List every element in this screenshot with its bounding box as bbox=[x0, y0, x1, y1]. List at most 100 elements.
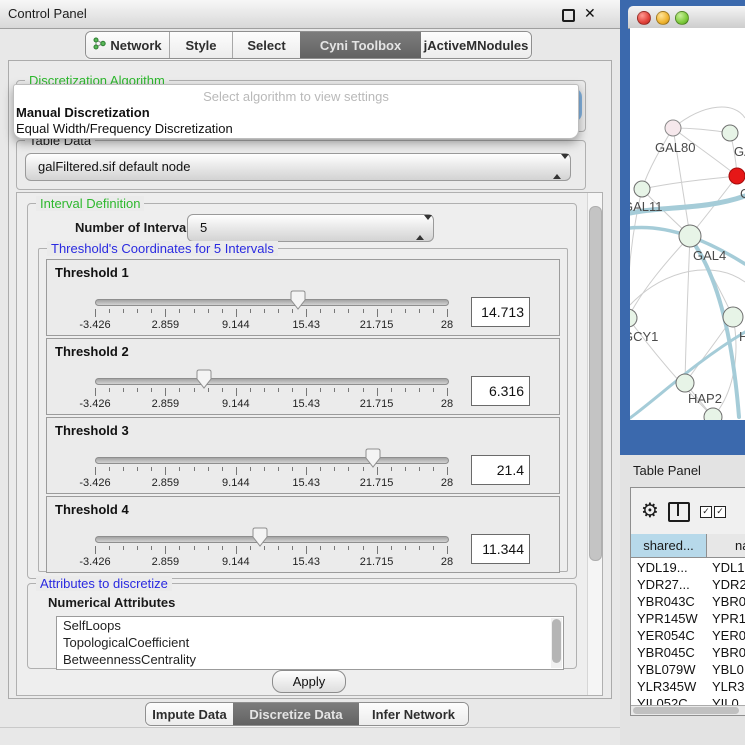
slider-tick bbox=[391, 309, 392, 313]
network-graph[interactable]: GAL80GACGAL11GAL4GCY1HHAP2 bbox=[630, 28, 745, 420]
numerical-attribute-item[interactable]: TopologicalCoefficient bbox=[57, 634, 563, 651]
slider-tick bbox=[95, 546, 96, 554]
cell-name[interactable]: YDL1 bbox=[707, 559, 745, 576]
table-row[interactable]: YER054CYER0 bbox=[631, 627, 745, 644]
slider-tick bbox=[278, 309, 279, 313]
cell-name[interactable]: YBR0 bbox=[707, 644, 745, 661]
minimize-traffic-light-icon[interactable] bbox=[656, 11, 670, 25]
cell-name[interactable]: YIL0 bbox=[707, 695, 745, 705]
network-node-gal80[interactable] bbox=[665, 120, 681, 136]
table-row[interactable]: YBL079WYBL0 bbox=[631, 661, 745, 678]
numerical-attribute-item[interactable]: BetweennessCentrality bbox=[57, 651, 563, 668]
tab-impute-data[interactable]: Impute Data bbox=[146, 703, 233, 725]
popup-option-equal-width-frequency-discretization[interactable]: Equal Width/Frequency Discretization bbox=[16, 121, 233, 136]
close-traffic-light-icon[interactable] bbox=[637, 11, 651, 25]
tab-discretize-data[interactable]: Discretize Data bbox=[233, 703, 359, 725]
table-row[interactable]: YBR043CYBR0 bbox=[631, 593, 745, 610]
num-intervals-combobox[interactable]: 5 bbox=[187, 214, 434, 242]
network-node-ga[interactable] bbox=[722, 125, 738, 141]
threshold-value-field[interactable]: 21.4 bbox=[471, 455, 530, 485]
slider-thumb[interactable] bbox=[196, 369, 212, 389]
slider-tick bbox=[109, 388, 110, 392]
cell-shared-name[interactable]: YBR043C bbox=[631, 593, 707, 610]
split-view-icon[interactable] bbox=[668, 502, 690, 522]
slider-thumb[interactable] bbox=[290, 290, 306, 310]
tab-infer-network[interactable]: Infer Network bbox=[359, 703, 468, 725]
network-node-hap2[interactable] bbox=[676, 374, 694, 392]
cell-shared-name[interactable]: YLR345W bbox=[631, 678, 707, 695]
cell-shared-name[interactable]: YDR27... bbox=[631, 576, 707, 593]
slider-thumb[interactable] bbox=[252, 527, 268, 547]
threshold-value-field[interactable]: 11.344 bbox=[471, 534, 530, 564]
table-row[interactable]: YIL052CYIL0 bbox=[631, 695, 745, 705]
network-canvas[interactable]: GAL80GACGAL11GAL4GCY1HHAP2 bbox=[630, 28, 745, 420]
vertical-scrollbar-thumb[interactable] bbox=[589, 206, 602, 561]
slider-track[interactable] bbox=[95, 457, 449, 464]
slider-tick bbox=[151, 546, 152, 550]
slider-tick bbox=[419, 309, 420, 313]
list-scrollbar-thumb[interactable] bbox=[552, 619, 561, 663]
table-row[interactable]: YDL19...YDL1 bbox=[631, 559, 745, 576]
cell-shared-name[interactable]: YER054C bbox=[631, 627, 707, 644]
tab-style[interactable]: Style bbox=[169, 32, 232, 58]
table-row[interactable]: YBR045CYBR0 bbox=[631, 644, 745, 661]
horizontal-scrollbar-thumb[interactable] bbox=[633, 707, 739, 714]
slider-tick bbox=[292, 388, 293, 392]
close-icon[interactable]: ✕ bbox=[584, 5, 596, 22]
column-header-shared-name[interactable]: shared... bbox=[631, 534, 707, 558]
slider-track[interactable] bbox=[95, 536, 449, 543]
cell-name[interactable]: YLR3 bbox=[707, 678, 745, 695]
slider-tick bbox=[250, 309, 251, 313]
cell-shared-name[interactable]: YDL19... bbox=[631, 559, 707, 576]
checkbox-icon[interactable]: ✓ bbox=[700, 506, 712, 518]
popup-option-manual-discretization[interactable]: Manual Discretization bbox=[16, 105, 150, 120]
network-node-gcy1[interactable] bbox=[630, 309, 637, 327]
slider-tick bbox=[433, 546, 434, 550]
slider-thumb[interactable] bbox=[365, 448, 381, 468]
gear-icon[interactable]: ⚙ bbox=[641, 498, 659, 523]
network-node-gal4[interactable] bbox=[679, 225, 701, 247]
tab-cyni-toolbox[interactable]: Cyni Toolbox bbox=[300, 32, 421, 58]
numerical-attribute-item[interactable]: SelfLoops bbox=[57, 617, 563, 634]
slider-tick-label: -3.426 bbox=[65, 477, 125, 489]
cell-shared-name[interactable]: YIL052C bbox=[631, 695, 707, 705]
slider-track[interactable] bbox=[95, 299, 449, 306]
cell-shared-name[interactable]: YBR045C bbox=[631, 644, 707, 661]
cell-name[interactable]: YDR2 bbox=[707, 576, 745, 593]
column-header-name[interactable]: na bbox=[707, 534, 745, 558]
zoom-traffic-light-icon[interactable] bbox=[675, 11, 689, 25]
horizontal-scrollbar[interactable] bbox=[631, 705, 745, 715]
float-window-icon[interactable] bbox=[562, 9, 575, 22]
vertical-scrollbar[interactable] bbox=[587, 193, 602, 695]
cell-name[interactable]: YBR0 bbox=[707, 593, 745, 610]
cell-name[interactable]: YER0 bbox=[707, 627, 745, 644]
num-intervals-label: Number of Intervals bbox=[75, 220, 197, 235]
threshold-value-field[interactable]: 6.316 bbox=[471, 376, 530, 406]
apply-button[interactable]: Apply bbox=[272, 670, 346, 693]
table-row[interactable]: YPR145WYPR1 bbox=[631, 610, 745, 627]
cell-shared-name[interactable]: YBL079W bbox=[631, 661, 707, 678]
attributes-group: Attributes to discretize Numerical Attri… bbox=[27, 583, 577, 669]
tab-select[interactable]: Select bbox=[232, 32, 300, 58]
tab-jactivemnodules[interactable]: jActiveMNodules bbox=[421, 32, 531, 58]
network-node-c[interactable] bbox=[729, 168, 745, 184]
cell-name[interactable]: YBL0 bbox=[707, 661, 745, 678]
tab-network[interactable]: Network bbox=[86, 32, 169, 58]
table-data-selected-value: galFiltered.sif default node bbox=[38, 159, 190, 174]
numerical-attributes-list[interactable]: SelfLoopsTopologicalCoefficientBetweenne… bbox=[56, 616, 564, 670]
checkbox-icon[interactable]: ✓ bbox=[714, 506, 726, 518]
network-node-h[interactable] bbox=[723, 307, 743, 327]
slider-track[interactable] bbox=[95, 378, 449, 385]
table-data-group: Table Data galFiltered.sif default node bbox=[16, 140, 586, 190]
slider-tick bbox=[250, 546, 251, 550]
network-node-gal11[interactable] bbox=[634, 181, 650, 197]
table-row[interactable]: YDR27...YDR2 bbox=[631, 576, 745, 593]
list-scrollbar[interactable] bbox=[551, 618, 562, 668]
cell-shared-name[interactable]: YPR145W bbox=[631, 610, 707, 627]
table-data-combobox[interactable]: galFiltered.sif default node bbox=[25, 153, 571, 181]
threshold-value-field[interactable]: 14.713 bbox=[471, 297, 530, 327]
slider-tick bbox=[278, 546, 279, 550]
table-row[interactable]: YLR345WYLR3 bbox=[631, 678, 745, 695]
network-window-titlebar[interactable] bbox=[628, 6, 745, 29]
cell-name[interactable]: YPR1 bbox=[707, 610, 745, 627]
